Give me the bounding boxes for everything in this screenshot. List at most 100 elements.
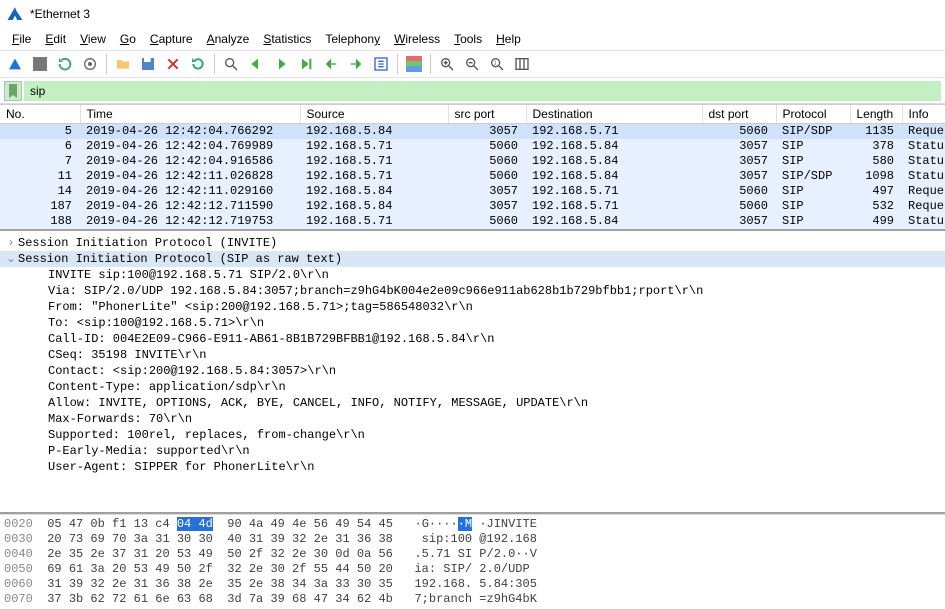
sip-line: CSeq: 35198 INVITE\r\n (48, 347, 206, 363)
tree-label: Session Initiation Protocol (INVITE) (18, 235, 277, 251)
svg-text:1: 1 (494, 61, 497, 67)
resize-columns-button[interactable] (511, 53, 533, 75)
display-filter-bar (0, 78, 945, 104)
go-back-button[interactable] (245, 53, 267, 75)
wireshark-icon (6, 5, 24, 23)
window-title: *Ethernet 3 (30, 7, 90, 21)
jump-packet-button[interactable] (295, 53, 317, 75)
tree-leaf[interactable]: P-Early-Media: supported\r\n (0, 443, 945, 459)
zoom-reset-button[interactable]: 1 (486, 53, 508, 75)
stop-capture-button[interactable] (29, 53, 51, 75)
sip-line: Contact: <sip:200@192.168.5.84:3057>\r\n (48, 363, 336, 379)
restart-capture-button[interactable] (54, 53, 76, 75)
main-toolbar: 1 (0, 50, 945, 78)
menu-item[interactable]: Help (490, 30, 527, 48)
colorize-button[interactable] (403, 53, 425, 75)
tree-leaf[interactable]: Call-ID: 004E2E09-C966-E911-AB61-8B1B729… (0, 331, 945, 347)
expand-icon[interactable]: ⌄ (4, 251, 18, 267)
packet-row[interactable]: 72019-04-26 12:42:04.916586192.168.5.715… (0, 154, 945, 169)
tree-leaf[interactable]: Supported: 100rel, replaces, from-change… (0, 427, 945, 443)
packet-row[interactable]: 112019-04-26 12:42:11.026828192.168.5.71… (0, 169, 945, 184)
menu-bar: FileEditViewGoCaptureAnalyzeStatisticsTe… (0, 28, 945, 50)
column-header[interactable]: dst port (702, 105, 776, 124)
shark-fin-icon[interactable] (4, 53, 26, 75)
sip-line: Max-Forwards: 70\r\n (48, 411, 192, 427)
zoom-out-button[interactable] (461, 53, 483, 75)
display-filter-input[interactable] (24, 81, 941, 101)
expand-icon[interactable]: › (4, 235, 18, 251)
save-file-button[interactable] (137, 53, 159, 75)
sip-line: Via: SIP/2.0/UDP 192.168.5.84:3057;branc… (48, 283, 703, 299)
packet-row[interactable]: 1872019-04-26 12:42:12.711590192.168.5.8… (0, 199, 945, 214)
menu-item[interactable]: Go (114, 30, 142, 48)
tree-node[interactable]: ›Session Initiation Protocol (INVITE) (0, 235, 945, 251)
filter-bookmark-icon[interactable] (4, 81, 22, 101)
sip-line: Content-Type: application/sdp\r\n (48, 379, 286, 395)
column-header[interactable]: Source (300, 105, 448, 124)
toolbar-separator (106, 54, 107, 74)
menu-item[interactable]: File (6, 30, 37, 48)
tree-leaf[interactable]: Content-Type: application/sdp\r\n (0, 379, 945, 395)
tree-leaf[interactable]: To: <sip:100@192.168.5.71>\r\n (0, 315, 945, 331)
column-header[interactable]: src port (448, 105, 526, 124)
tree-leaf[interactable]: From: "PhonerLite" <sip:200@192.168.5.71… (0, 299, 945, 315)
menu-item[interactable]: Tools (448, 30, 488, 48)
hex-row[interactable]: 0070 37 3b 62 72 61 6e 63 68 3d 7a 39 68… (4, 592, 941, 607)
menu-item[interactable]: View (74, 30, 112, 48)
zoom-in-button[interactable] (436, 53, 458, 75)
packet-row[interactable]: 62019-04-26 12:42:04.769989192.168.5.715… (0, 139, 945, 154)
packet-list-header[interactable]: No.TimeSourcesrc portDestinationdst port… (0, 105, 945, 124)
sip-line: User-Agent: SIPPER for PhonerLite\r\n (48, 459, 314, 475)
hex-row[interactable]: 0050 69 61 3a 20 53 49 50 2f 32 2e 30 2f… (4, 562, 941, 577)
toolbar-separator (397, 54, 398, 74)
tree-leaf[interactable]: INVITE sip:100@192.168.5.71 SIP/2.0\r\n (0, 267, 945, 283)
find-packet-button[interactable] (220, 53, 242, 75)
toolbar-separator (430, 54, 431, 74)
column-header[interactable]: Protocol (776, 105, 850, 124)
auto-scroll-button[interactable] (370, 53, 392, 75)
toolbar-separator (214, 54, 215, 74)
menu-item[interactable]: Telephony (319, 30, 386, 48)
hex-row[interactable]: 0020 05 47 0b f1 13 c4 04 4d 90 4a 49 4e… (4, 517, 941, 532)
column-header[interactable]: Time (80, 105, 300, 124)
menu-item[interactable]: Wireless (388, 30, 446, 48)
tree-leaf[interactable]: CSeq: 35198 INVITE\r\n (0, 347, 945, 363)
hex-row[interactable]: 0060 31 39 32 2e 31 36 38 2e 35 2e 38 34… (4, 577, 941, 592)
hex-row[interactable]: 0030 20 73 69 70 3a 31 30 30 40 31 39 32… (4, 532, 941, 547)
tree-node[interactable]: ⌄Session Initiation Protocol (SIP as raw… (0, 251, 945, 267)
go-last-button[interactable] (345, 53, 367, 75)
sip-line: From: "PhonerLite" <sip:200@192.168.5.71… (48, 299, 473, 315)
tree-leaf[interactable]: Allow: INVITE, OPTIONS, ACK, BYE, CANCEL… (0, 395, 945, 411)
packet-bytes-pane[interactable]: 0020 05 47 0b f1 13 c4 04 4d 90 4a 49 4e… (0, 514, 945, 609)
tree-leaf[interactable]: Contact: <sip:200@192.168.5.84:3057>\r\n (0, 363, 945, 379)
column-header[interactable]: Info (902, 105, 945, 124)
sip-line: Call-ID: 004E2E09-C966-E911-AB61-8B1B729… (48, 331, 494, 347)
go-forward-button[interactable] (270, 53, 292, 75)
packet-row[interactable]: 142019-04-26 12:42:11.029160192.168.5.84… (0, 184, 945, 199)
hex-row[interactable]: 0040 2e 35 2e 37 31 20 53 49 50 2f 32 2e… (4, 547, 941, 562)
tree-leaf[interactable]: User-Agent: SIPPER for PhonerLite\r\n (0, 459, 945, 475)
menu-item[interactable]: Analyze (201, 30, 256, 48)
packet-details-pane[interactable]: ›Session Initiation Protocol (INVITE)⌄Se… (0, 231, 945, 514)
menu-item[interactable]: Capture (144, 30, 199, 48)
sip-line: Supported: 100rel, replaces, from-change… (48, 427, 365, 443)
menu-item[interactable]: Edit (39, 30, 72, 48)
sip-line: P-Early-Media: supported\r\n (48, 443, 250, 459)
open-file-button[interactable] (112, 53, 134, 75)
tree-leaf[interactable]: Max-Forwards: 70\r\n (0, 411, 945, 427)
go-first-button[interactable] (320, 53, 342, 75)
packet-row[interactable]: 1882019-04-26 12:42:12.719753192.168.5.7… (0, 214, 945, 229)
column-header[interactable]: Destination (526, 105, 702, 124)
column-header[interactable]: No. (0, 105, 80, 124)
sip-line: INVITE sip:100@192.168.5.71 SIP/2.0\r\n (48, 267, 329, 283)
reload-file-button[interactable] (187, 53, 209, 75)
menu-item[interactable]: Statistics (257, 30, 317, 48)
column-header[interactable]: Length (850, 105, 902, 124)
packet-row[interactable]: 52019-04-26 12:42:04.766292192.168.5.843… (0, 124, 945, 140)
packet-list-pane[interactable]: No.TimeSourcesrc portDestinationdst port… (0, 104, 945, 231)
tree-leaf[interactable]: Via: SIP/2.0/UDP 192.168.5.84:3057;branc… (0, 283, 945, 299)
sip-line: Allow: INVITE, OPTIONS, ACK, BYE, CANCEL… (48, 395, 588, 411)
close-file-button[interactable] (162, 53, 184, 75)
title-bar: *Ethernet 3 (0, 0, 945, 28)
capture-options-button[interactable] (79, 53, 101, 75)
